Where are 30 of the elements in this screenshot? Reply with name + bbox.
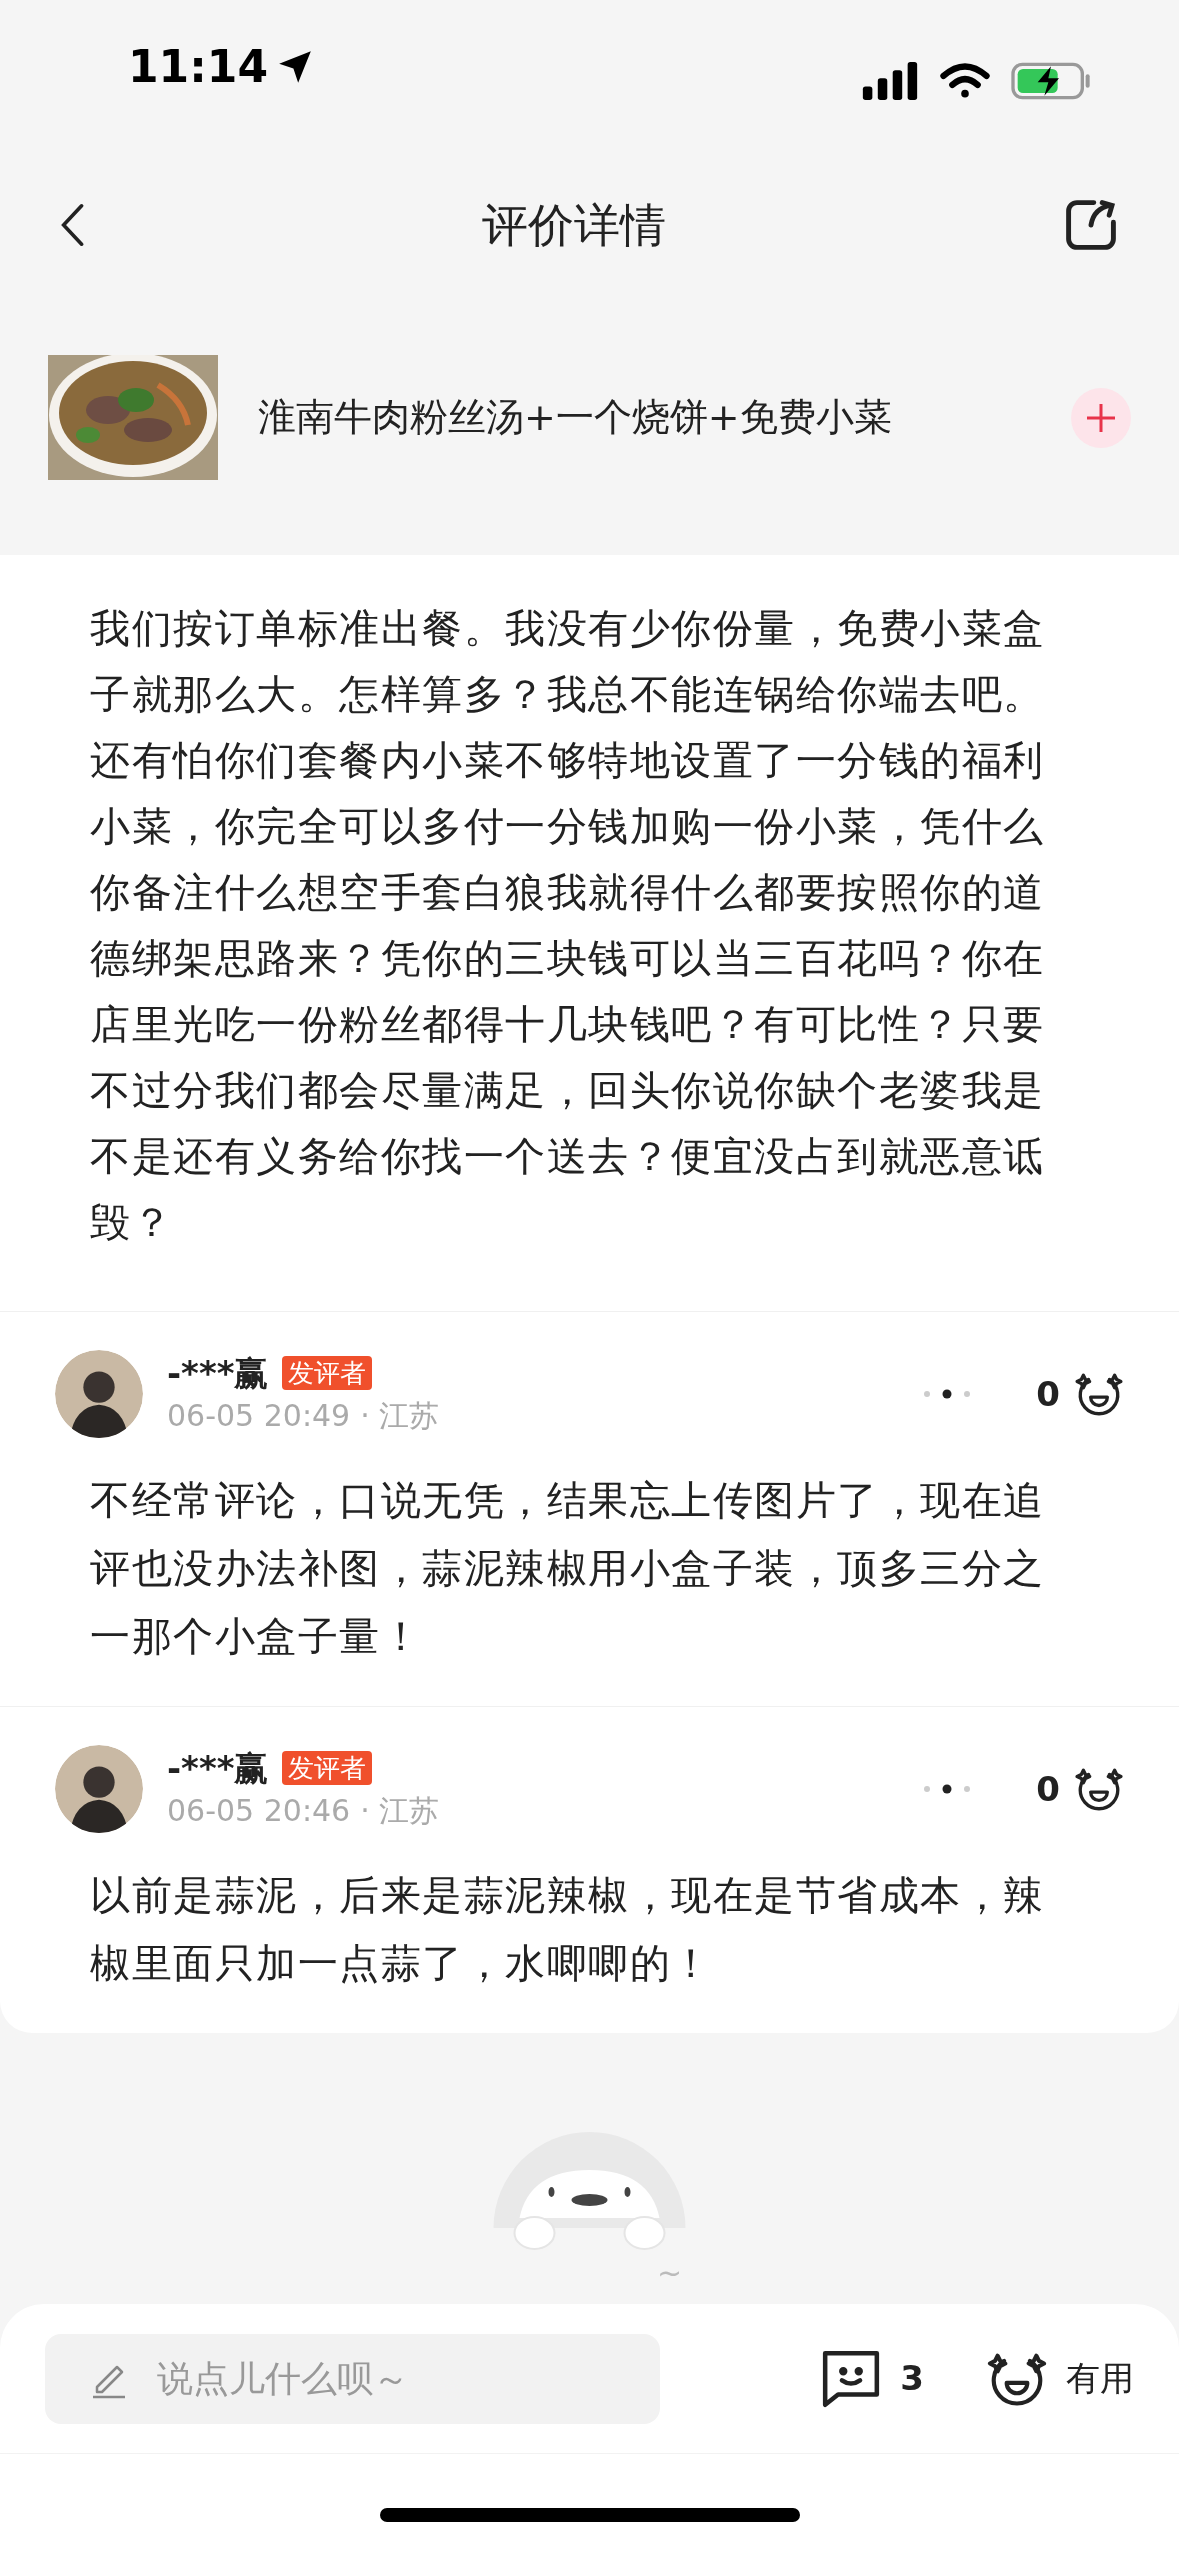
- status-time: 11:14: [128, 40, 269, 94]
- author-tag: 发评者: [282, 1751, 373, 1785]
- merchant-reply-text: 我们按订单标准出餐。我没有少你份量，免费小菜盒子就那么大。怎样算多？我总不能连锅给你端去吧。还有怕你们套餐内小菜不够特地设置了一分钱的福利小菜，你完全可以多付一分钱加购一份小菜，凭什么你备注什么想空手套白狼我就得什么都要按照你的道德绑架思路来？凭你的三块钱可以当三百花吗？你在店里光吃一份粉丝都得十几块钱吧？有可比性？只要不过分我们都会尽量满足，回头你说你缺个老婆我是不是还有义务给你找一个送去？便宜没占到就恶意诋毁？: [89, 604, 1046, 1247]
- avatar[interactable]: [55, 1350, 143, 1438]
- share-icon[interactable]: [1063, 197, 1119, 253]
- add-icon[interactable]: [1071, 387, 1131, 448]
- comment-time: 06-05 20:49: [167, 1397, 351, 1435]
- back-icon[interactable]: [60, 202, 84, 248]
- comment-input-field[interactable]: 说点儿什么呗～: [45, 2333, 660, 2424]
- product-name[interactable]: 淮南牛肉粉丝汤+一个烧饼+免费小菜: [258, 389, 1031, 446]
- comment-time: 06-05 20:46: [167, 1792, 351, 1830]
- like-count: 0: [1036, 1767, 1060, 1811]
- comment-text: 不经常评论，口说无凭，结果忘上传图片了，现在追评也没办法补图，蒜泥辣椒用小盒子装，顶多三分之一那个小盒子量！: [89, 1476, 1046, 1661]
- comment-location: · 江苏: [360, 1397, 440, 1435]
- more-icon[interactable]: [922, 1389, 973, 1399]
- like-count: 0: [1036, 1372, 1060, 1416]
- avatar[interactable]: [55, 1745, 143, 1833]
- page-title: 评价详情: [481, 196, 666, 254]
- user-name: -***赢: [167, 1352, 269, 1395]
- user-name: -***赢: [167, 1747, 269, 1790]
- wifi-icon: [939, 62, 991, 100]
- battery-charging-icon: [1011, 62, 1091, 100]
- comment-text: 以前是蒜泥，后来是蒜泥辣椒，现在是节省成本，辣椒里面只加一点蒜了，水唧唧的！: [89, 1871, 1046, 1988]
- useful-button[interactable]: 有用: [1066, 2353, 1134, 2404]
- comment-location: · 江苏: [360, 1792, 440, 1830]
- author-tag: 发评者: [282, 1356, 373, 1390]
- more-icon[interactable]: [922, 1784, 973, 1794]
- signal-icon: [861, 62, 919, 100]
- comment-count: 3: [900, 2357, 924, 2400]
- footer-note: ~: [656, 2258, 683, 2288]
